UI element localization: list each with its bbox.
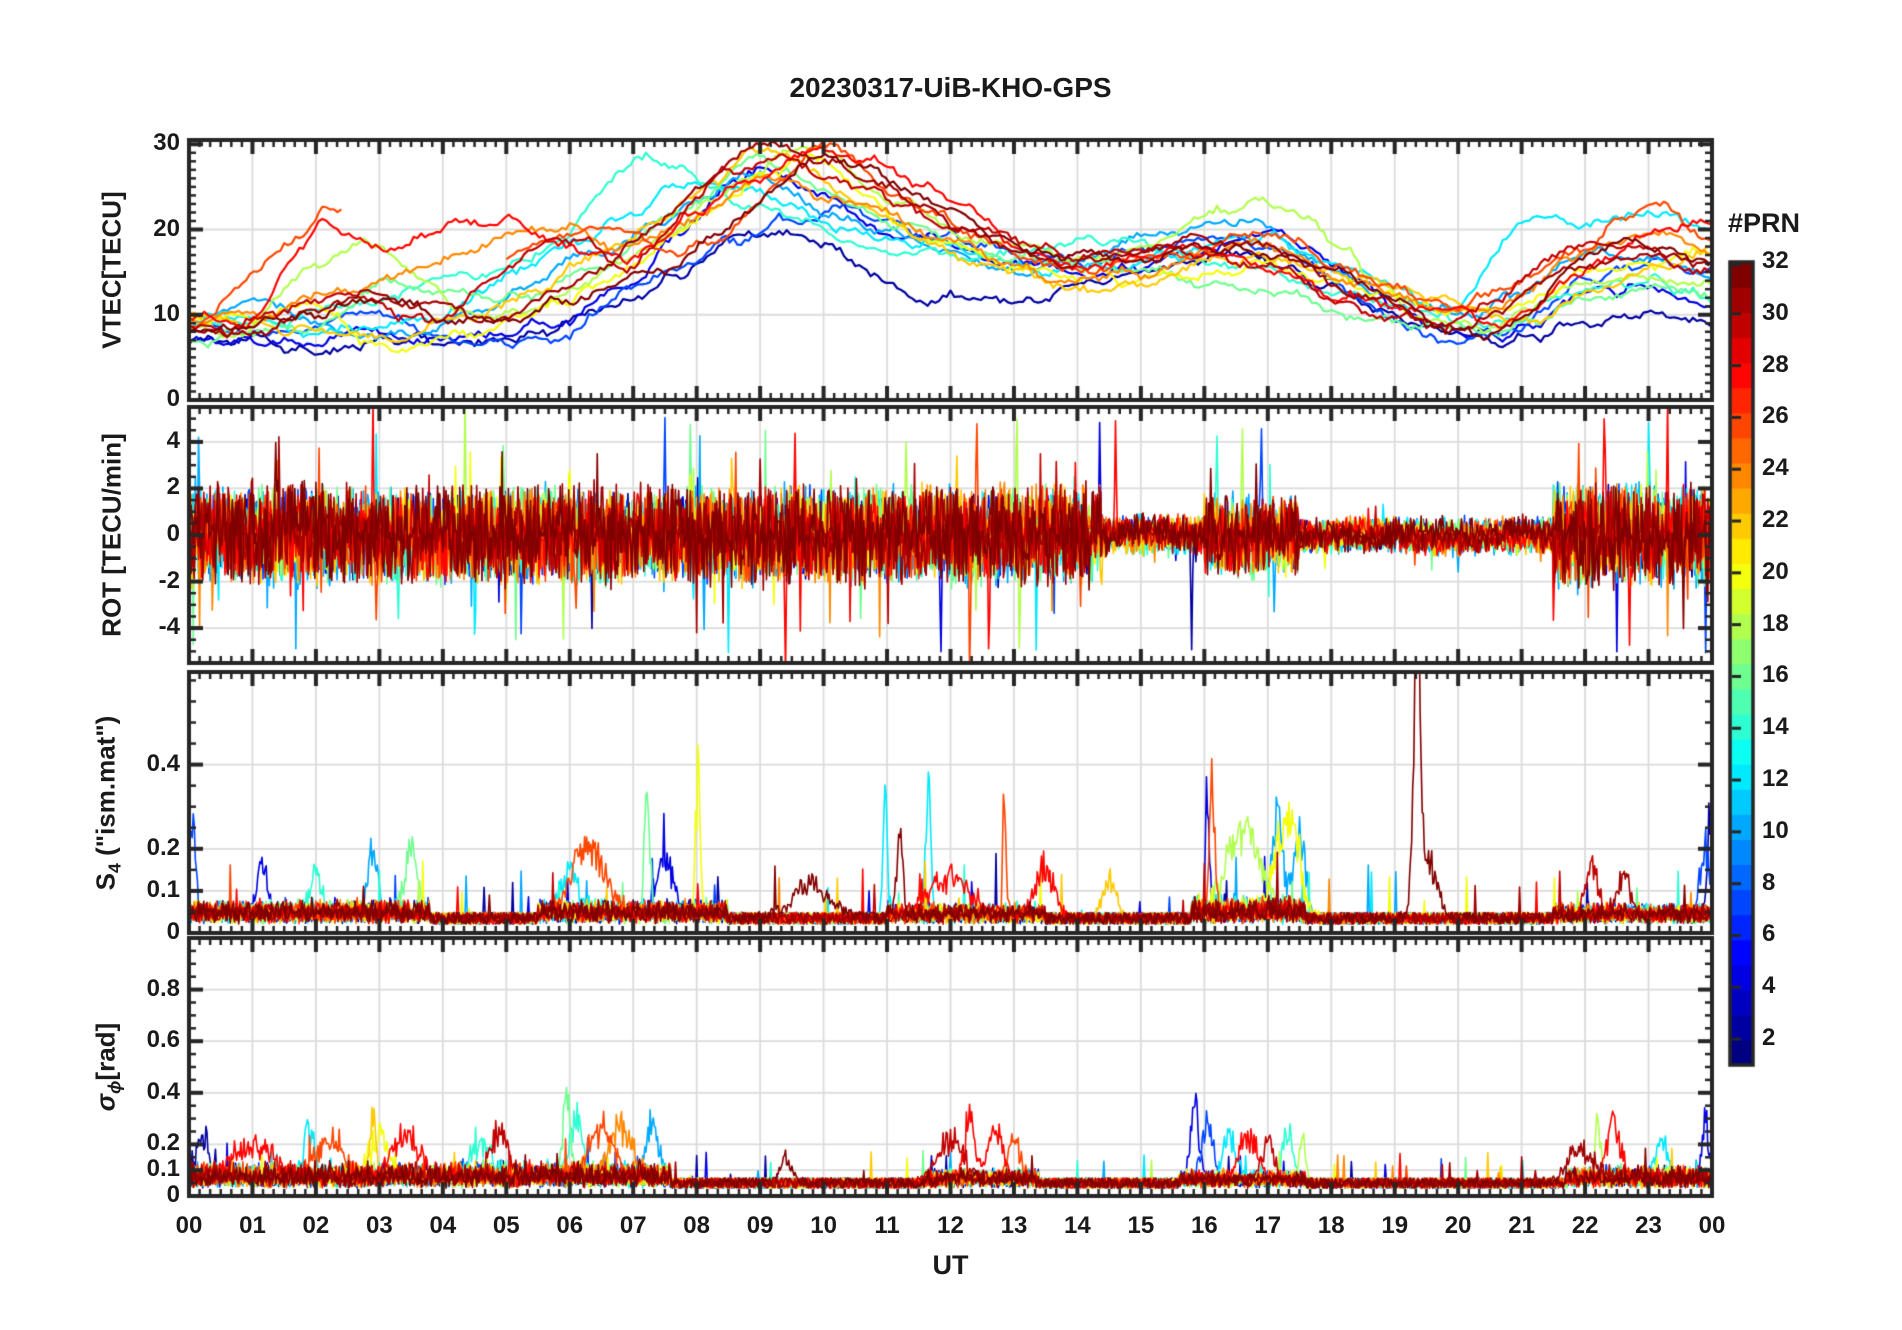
- y-tick-label: 0: [166, 1181, 180, 1208]
- colorbar-tick-label: 10: [1762, 816, 1789, 844]
- y-tick-label: 0.2: [146, 833, 180, 861]
- x-tick-label: 00: [1698, 1212, 1726, 1239]
- plot-canvas: [0, 0, 1902, 1330]
- colorbar-tick-label: 22: [1762, 506, 1789, 534]
- y-tick-label: -2: [158, 566, 180, 594]
- colorbar-tick-label: 4: [1762, 972, 1776, 1000]
- y-axis-label-part: 4: [104, 862, 125, 873]
- colorbar-tick-label: 26: [1762, 402, 1789, 430]
- y-tick-label: 0: [166, 918, 180, 945]
- colorbar-tick-label: 18: [1762, 609, 1789, 637]
- y-tick-label: 10: [153, 299, 180, 327]
- colorbar-tick-label: 16: [1762, 661, 1789, 689]
- y-tick-label: 4: [166, 426, 180, 454]
- colorbar-tick-label: 30: [1762, 298, 1789, 326]
- chart-title: 20230317-UiB-KHO-GPS: [789, 72, 1112, 103]
- y-tick-label: 0.4: [146, 1077, 180, 1105]
- colorbar-tick-label: 6: [1762, 920, 1776, 948]
- colorbar-tick-label: 32: [1762, 247, 1789, 274]
- colorbar-label: #PRN: [1727, 208, 1801, 238]
- colorbar-tick-label: 12: [1762, 765, 1789, 793]
- y-tick-label: 0.6: [146, 1026, 180, 1054]
- y-tick-label: 30: [153, 129, 180, 157]
- colorbar-tick-label: 20: [1762, 557, 1789, 585]
- colorbar-tick-label: 24: [1762, 454, 1789, 482]
- y-tick-label: 2: [166, 473, 180, 501]
- y-tick-label: 0: [166, 385, 180, 412]
- colorbar-tick-label: 28: [1762, 350, 1789, 378]
- colorbar-tick-label: 14: [1762, 713, 1789, 741]
- y-tick-label: 0.2: [146, 1129, 180, 1157]
- y-tick-label: 0: [166, 520, 180, 547]
- y-axis-label-s4: S4 ("ism.mat"): [91, 715, 126, 890]
- colorbar-tick-label: 8: [1762, 868, 1776, 896]
- y-tick-label: 0.1: [146, 1155, 180, 1183]
- y-tick-label: -4: [158, 613, 180, 641]
- gps-scintillation-figure: 20230317-UiB-KHO-GPS UT #PRN VTEC[TECU] …: [0, 0, 1902, 1330]
- y-tick-label: 0.8: [146, 974, 180, 1002]
- y-tick-label: 20: [153, 214, 180, 242]
- colorbar-tick-label: 2: [1762, 1024, 1776, 1052]
- y-tick-label: 0.1: [146, 875, 180, 903]
- x-axis-label: UT: [932, 1250, 969, 1280]
- y-tick-label: 0.4: [146, 749, 180, 777]
